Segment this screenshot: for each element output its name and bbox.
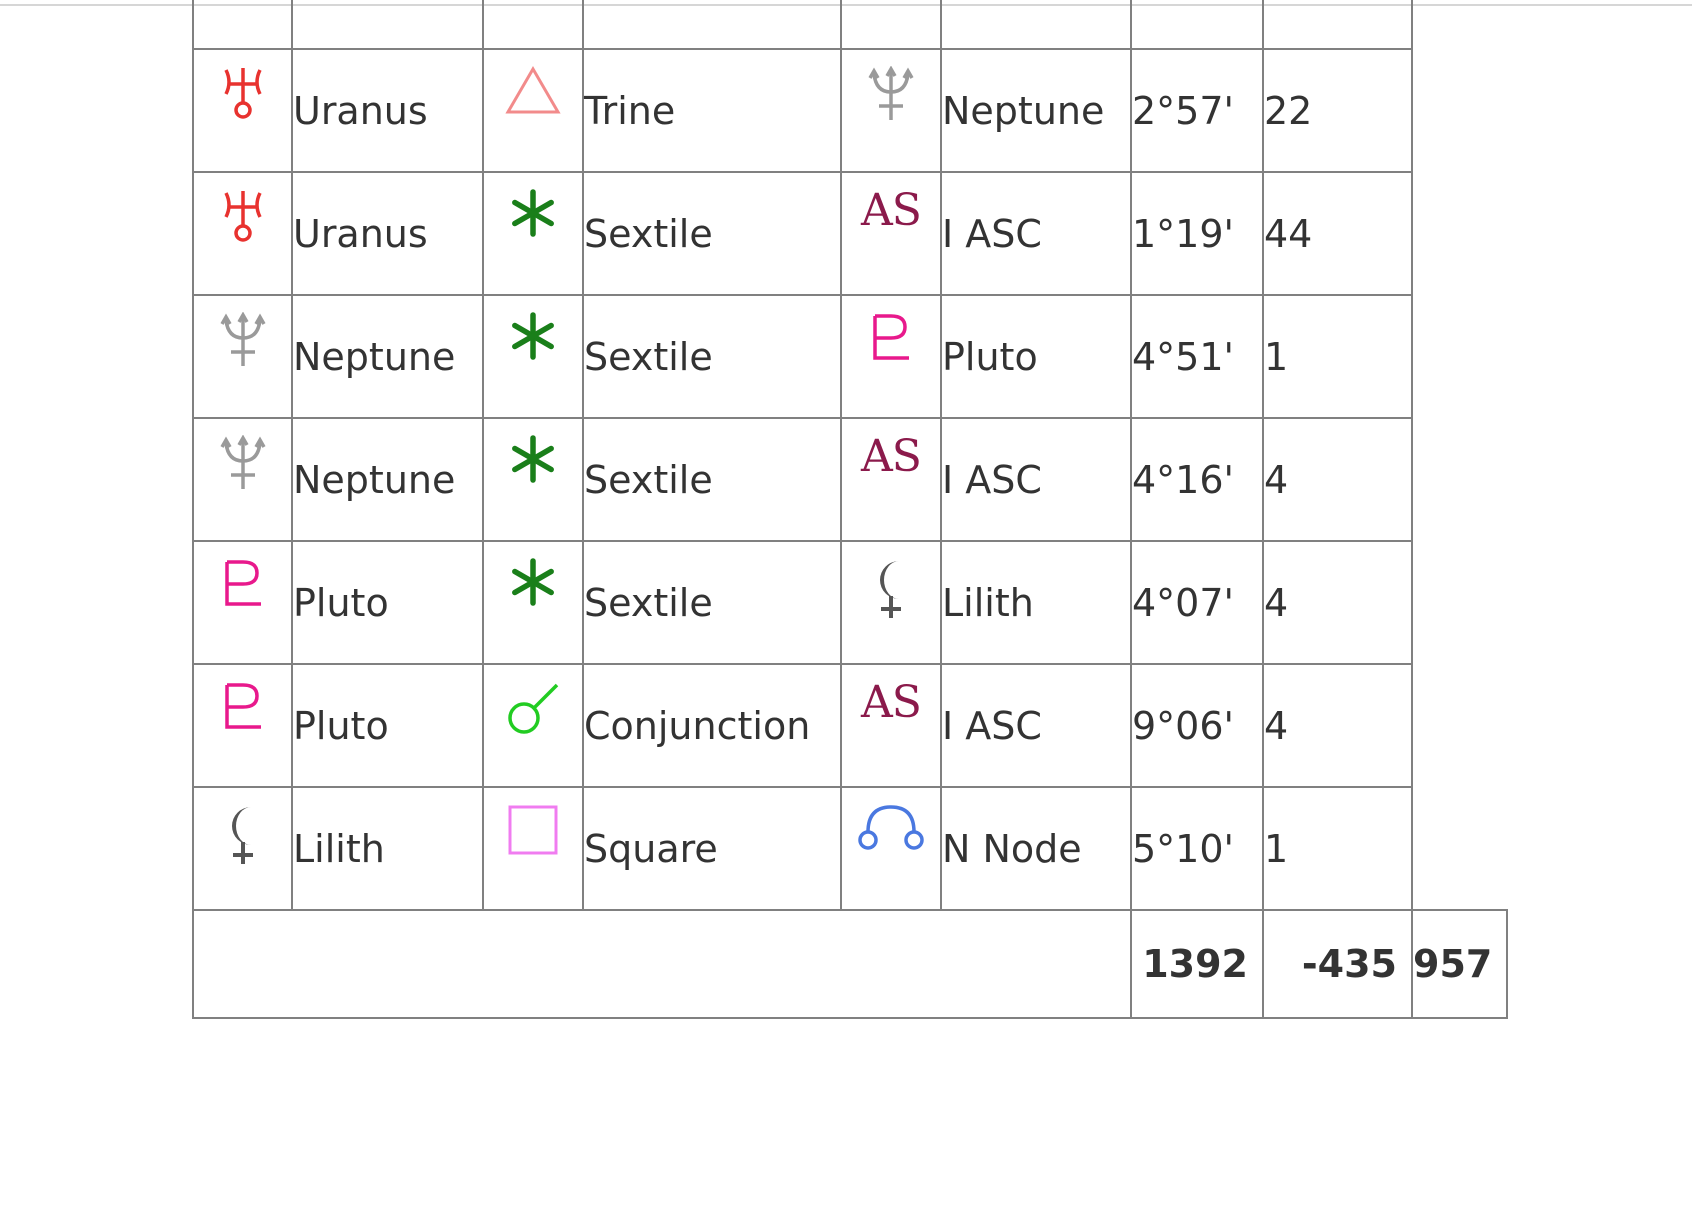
planet1-name: Pluto	[291, 663, 484, 788]
aspect-name: Trine	[582, 48, 842, 173]
aspect-icon-cell	[482, 171, 584, 296]
table-row: Uranus Trine Neptune 2°57' 22	[192, 48, 1507, 173]
aspects-table: Uranus Trine Neptune 2°57' 22 Uranus Sextile AS…	[192, 0, 1509, 1019]
planet1-icon-cell	[192, 540, 293, 665]
total-value-2: -435	[1262, 909, 1413, 1019]
totals-row: 1392 -435 957	[192, 909, 1509, 1019]
orb-value: 9°06'	[1130, 663, 1264, 788]
planet1-icon-cell	[192, 663, 293, 788]
score-value: 1	[1262, 786, 1413, 911]
planet1-icon-cell	[192, 786, 293, 911]
table-row: Uranus Sextile AS I ASC 1°19' 44	[192, 171, 1507, 296]
aspect-icon-cell	[482, 48, 584, 173]
score-value: 4	[1262, 663, 1413, 788]
aspect-icon-cell	[482, 540, 584, 665]
planet2-icon-cell	[840, 294, 942, 419]
neptune-icon	[842, 66, 940, 133]
planet2-icon-cell	[840, 786, 942, 911]
square-icon	[484, 804, 582, 865]
planet1-name: Neptune	[291, 294, 484, 419]
aspect-icon-cell	[482, 294, 584, 419]
planet2-name: I ASC	[940, 417, 1132, 542]
planet2-name: Lilith	[940, 540, 1132, 665]
sextile-icon	[484, 558, 582, 615]
score-value: 1	[1262, 294, 1413, 419]
orb-value: 1°19'	[1130, 171, 1264, 296]
sextile-icon	[484, 312, 582, 369]
lilith-icon	[842, 558, 940, 629]
ascendant-icon: AS	[861, 185, 922, 236]
planet2-icon-cell: AS	[840, 417, 942, 542]
aspect-name: Conjunction	[582, 663, 842, 788]
aspect-icon-cell	[482, 417, 584, 542]
aspect-name: Sextile	[582, 294, 842, 419]
ascendant-icon: AS	[861, 431, 922, 482]
planet1-name: Lilith	[291, 786, 484, 911]
planet1-icon-cell	[192, 171, 293, 296]
pluto-icon	[842, 312, 940, 373]
score-value: 44	[1262, 171, 1413, 296]
planet1-name: Pluto	[291, 540, 484, 665]
sextile-icon	[484, 189, 582, 246]
trine-icon	[484, 66, 582, 125]
north-node-icon	[842, 804, 940, 861]
total-value-3: 957	[1410, 909, 1509, 1019]
orb-value: 2°57'	[1130, 48, 1264, 173]
aspect-name: Sextile	[582, 540, 842, 665]
planet2-icon-cell	[840, 540, 942, 665]
orb-value: 4°16'	[1130, 417, 1264, 542]
planet2-icon-cell: AS	[840, 171, 942, 296]
totals-spacer	[192, 909, 1132, 1019]
planet2-icon-cell: AS	[840, 663, 942, 788]
planet1-name: Neptune	[291, 417, 484, 542]
conjunction-icon	[484, 681, 582, 746]
table-row: Pluto Sextile Lilith 4°07' 4	[192, 540, 1507, 665]
sextile-icon	[484, 435, 582, 492]
planet2-icon-cell	[840, 48, 942, 173]
table-row: Pluto Conjunction AS I ASC 9°06' 4	[192, 663, 1507, 788]
aspect-icon-cell	[482, 786, 584, 911]
pluto-icon	[194, 558, 291, 619]
planet2-name: I ASC	[940, 663, 1132, 788]
table-row: Neptune Sextile Pluto 4°51' 1	[192, 294, 1507, 419]
orb-value: 4°07'	[1130, 540, 1264, 665]
planet2-name: Pluto	[940, 294, 1132, 419]
total-value-1: 1392	[1130, 909, 1264, 1019]
planet2-name: I ASC	[940, 171, 1132, 296]
pluto-icon	[194, 681, 291, 742]
table-row-partial	[192, 0, 1507, 50]
table-row: Neptune Sextile AS I ASC 4°16' 4	[192, 417, 1507, 542]
lilith-icon	[194, 804, 291, 875]
planet1-name: Uranus	[291, 48, 484, 173]
planet1-icon-cell	[192, 48, 293, 173]
neptune-icon	[194, 435, 291, 502]
aspect-name: Sextile	[582, 171, 842, 296]
planet1-name: Uranus	[291, 171, 484, 296]
score-value: 4	[1262, 417, 1413, 542]
score-value: 4	[1262, 540, 1413, 665]
planet1-icon-cell	[192, 417, 293, 542]
planet2-name: N Node	[940, 786, 1132, 911]
score-value: 22	[1262, 48, 1413, 173]
planet1-icon-cell	[192, 294, 293, 419]
table-row: Lilith Square N Node 5°10' 1	[192, 786, 1507, 911]
ascendant-icon: AS	[861, 677, 922, 728]
uranus-icon	[194, 189, 291, 254]
aspect-name: Square	[582, 786, 842, 911]
aspect-name: Sextile	[582, 417, 842, 542]
uranus-icon	[194, 66, 291, 131]
aspect-icon-cell	[482, 663, 584, 788]
orb-value: 5°10'	[1130, 786, 1264, 911]
neptune-icon	[194, 312, 291, 379]
planet2-name: Neptune	[940, 48, 1132, 173]
orb-value: 4°51'	[1130, 294, 1264, 419]
